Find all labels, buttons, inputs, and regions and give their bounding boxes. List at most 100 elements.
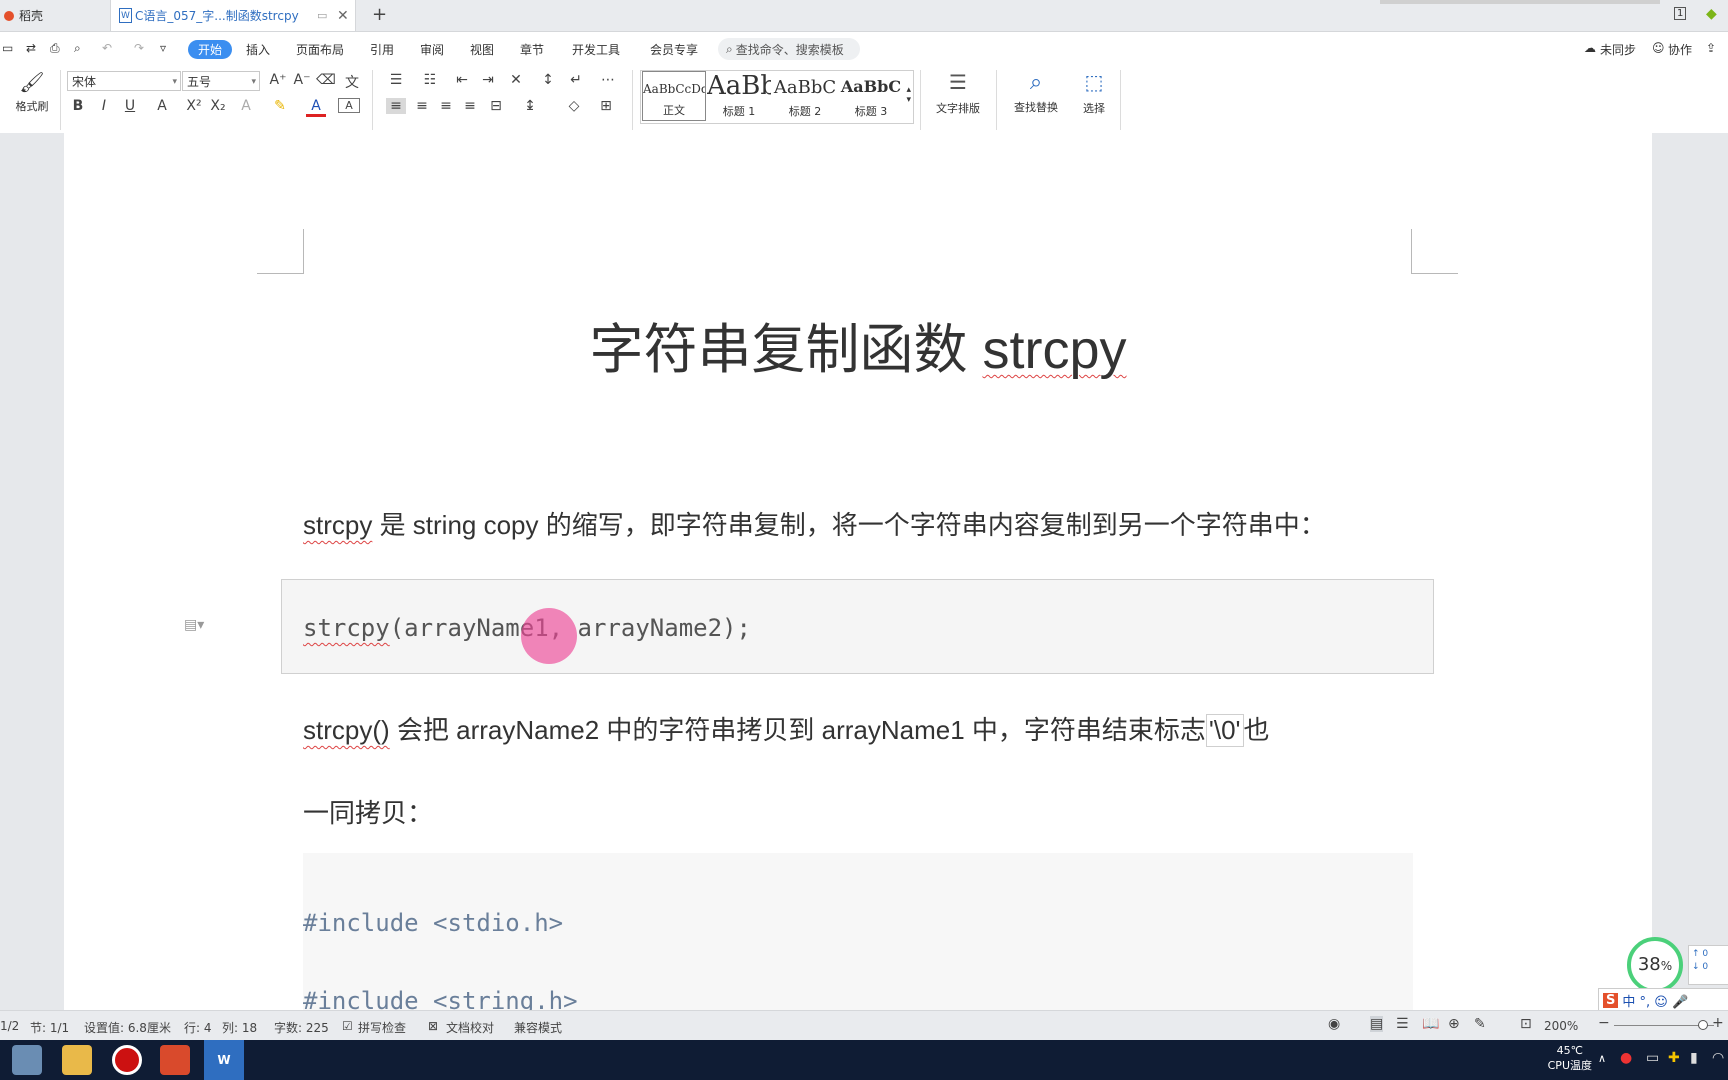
menu-home[interactable]: 开始 bbox=[188, 40, 233, 59]
status-setting[interactable]: 设置值: 6.8厘米 bbox=[84, 1019, 171, 1036]
distribute-icon[interactable]: ⊟ bbox=[486, 98, 506, 114]
style-normal[interactable]: AaBbCcDd 正文 bbox=[642, 71, 706, 121]
justify-icon[interactable]: ≡ bbox=[460, 98, 480, 114]
menu-chapter[interactable]: 章节 bbox=[520, 41, 544, 58]
status-word-count[interactable]: 字数: 225 bbox=[274, 1019, 329, 1036]
format-painter-button[interactable]: 🖌 格式刷 bbox=[10, 70, 54, 114]
colorful-app-icon[interactable] bbox=[160, 1045, 190, 1075]
redo-icon[interactable]: ↷ bbox=[134, 41, 144, 55]
indent-icon[interactable]: ⇥ bbox=[478, 72, 498, 88]
select-button[interactable]: ⬚ 选择 bbox=[1072, 70, 1116, 116]
align-center-icon[interactable]: ≡ bbox=[412, 98, 432, 114]
print-icon[interactable]: ⎙ bbox=[50, 41, 60, 56]
align-left-icon[interactable]: ≡ bbox=[386, 98, 406, 114]
menu-dev-tools[interactable]: 开发工具 bbox=[572, 41, 620, 58]
status-page[interactable]: 1/2 bbox=[0, 1019, 19, 1033]
tray-battery-icon[interactable]: ▮ bbox=[1690, 1050, 1698, 1066]
menu-review[interactable]: 审阅 bbox=[420, 41, 444, 58]
export-icon[interactable]: ⇄ bbox=[26, 41, 36, 55]
page-count-icon[interactable]: 1 bbox=[1674, 7, 1687, 20]
tray-window-icon[interactable]: ▭ bbox=[1646, 1050, 1659, 1066]
code-block-1[interactable]: strcpy(arrayName1, arrayName2); bbox=[281, 579, 1434, 674]
outline-view-icon[interactable]: ☰ bbox=[1396, 1016, 1409, 1032]
read-view-icon[interactable]: 📖 bbox=[1422, 1016, 1439, 1032]
paragraph-handle-icon[interactable]: ▤▾ bbox=[184, 617, 204, 633]
phonetic-icon[interactable]: 文 bbox=[342, 72, 362, 92]
underline-icon[interactable]: U bbox=[120, 98, 140, 114]
status-spellcheck[interactable]: 拼写检查 bbox=[358, 1019, 406, 1036]
bullets-icon[interactable]: ☰ bbox=[386, 72, 406, 88]
new-tab-button[interactable]: + bbox=[372, 4, 387, 25]
page-view-icon[interactable]: ▤ bbox=[1370, 1016, 1384, 1032]
menu-view[interactable]: 视图 bbox=[470, 41, 494, 58]
find-replace-button[interactable]: ⌕ 查找替换 bbox=[1004, 70, 1068, 115]
tab-stops-icon[interactable]: ⋯ bbox=[598, 72, 618, 88]
chinese-layout-icon[interactable]: ✕ bbox=[506, 72, 526, 88]
sort-icon[interactable]: ↕ bbox=[538, 72, 558, 88]
recorder-app-icon[interactable] bbox=[112, 1045, 142, 1075]
font-color-icon[interactable]: A bbox=[306, 98, 326, 117]
clear-format-icon[interactable]: ⌫ bbox=[316, 72, 336, 88]
memory-gauge[interactable]: 38% bbox=[1627, 937, 1683, 993]
gem-icon[interactable]: ◆ bbox=[1706, 6, 1717, 22]
sync-status[interactable]: 未同步 bbox=[1600, 41, 1636, 58]
zoom-level[interactable]: 200% bbox=[1544, 1019, 1578, 1033]
numbering-icon[interactable]: ☷ bbox=[420, 72, 440, 88]
zoom-out-icon[interactable]: − bbox=[1598, 1015, 1610, 1031]
tray-plus-icon[interactable]: ✚ bbox=[1668, 1050, 1680, 1066]
tray-record-icon[interactable]: ● bbox=[1620, 1050, 1632, 1066]
style-gallery-scroll-icon[interactable]: ▴ ▾ bbox=[906, 85, 911, 105]
tray-wifi-icon[interactable]: ◠ bbox=[1712, 1050, 1724, 1066]
italic-icon[interactable]: I bbox=[94, 98, 114, 114]
font-name-select[interactable]: 宋体 bbox=[67, 71, 181, 92]
shading-icon[interactable]: ◇ bbox=[564, 98, 584, 114]
style-heading-2[interactable]: AaBbC 标题 2 bbox=[773, 71, 837, 121]
tab-home[interactable]: 稻壳 bbox=[0, 0, 108, 31]
web-view-icon[interactable]: ⊕ bbox=[1448, 1016, 1460, 1032]
document-page[interactable]: 字符串复制函数 strcpy strcpy 是 string copy 的缩写，… bbox=[64, 133, 1652, 1010]
subscript-icon[interactable]: X₂ bbox=[208, 98, 228, 114]
wps-writer-app-icon[interactable]: W bbox=[204, 1040, 244, 1080]
ime-toolbar[interactable]: S 中 °, ☺ 🎤 bbox=[1598, 988, 1728, 1012]
superscript-icon[interactable]: X² bbox=[184, 98, 204, 114]
save-icon[interactable]: ▭ bbox=[2, 41, 13, 55]
outdent-icon[interactable]: ⇤ bbox=[452, 72, 472, 88]
font-grow-icon[interactable]: A⁺ bbox=[268, 72, 288, 88]
folder-app-icon[interactable] bbox=[62, 1045, 92, 1075]
fit-page-icon[interactable]: ⊡ bbox=[1520, 1016, 1532, 1032]
tray-expand-icon[interactable]: ∧ bbox=[1598, 1052, 1606, 1065]
char-border-icon[interactable]: A bbox=[338, 98, 360, 113]
write-view-icon[interactable]: ✎ bbox=[1474, 1016, 1486, 1032]
tab-pin-icon[interactable]: ▭ bbox=[317, 9, 327, 22]
menu-references[interactable]: 引用 bbox=[370, 41, 394, 58]
tab-document[interactable]: W C语言_057_字...制函数strcpy ▭ ✕ bbox=[110, 0, 356, 31]
font-size-select[interactable]: 五号 bbox=[182, 71, 260, 92]
text-effect-icon[interactable]: A bbox=[236, 98, 256, 114]
eye-protect-icon[interactable]: ◉ bbox=[1328, 1016, 1340, 1032]
zoom-slider-thumb[interactable] bbox=[1698, 1020, 1708, 1030]
show-marks-icon[interactable]: ↵ bbox=[566, 72, 586, 88]
command-search[interactable]: ⌕ 查找命令、搜索模板 bbox=[718, 38, 860, 60]
menu-page-layout[interactable]: 页面布局 bbox=[296, 41, 344, 58]
style-heading-3[interactable]: AaBbC 标题 3 bbox=[839, 71, 903, 121]
style-heading-1[interactable]: AaBb 标题 1 bbox=[707, 71, 771, 121]
collab-button[interactable]: 协作 bbox=[1668, 41, 1692, 58]
preview-icon[interactable]: ⌕ bbox=[74, 41, 81, 56]
text-layout-button[interactable]: ☰ 文字排版 bbox=[926, 70, 990, 116]
more-icon[interactable]: ▿ bbox=[160, 41, 166, 55]
code-block-2[interactable]: #include <stdio.h> #include <string.h> bbox=[303, 853, 1413, 1010]
status-proofread[interactable]: 文档校对 bbox=[446, 1019, 494, 1036]
line-spacing-icon[interactable]: ↨ bbox=[520, 98, 540, 114]
zoom-in-icon[interactable]: + bbox=[1712, 1015, 1724, 1031]
tab-close-icon[interactable]: ✕ bbox=[337, 8, 349, 24]
borders-icon[interactable]: ⊞ bbox=[596, 98, 616, 114]
explorer-app-icon[interactable] bbox=[12, 1045, 42, 1075]
share-icon[interactable]: ⇪ bbox=[1706, 41, 1716, 55]
menu-insert[interactable]: 插入 bbox=[246, 41, 270, 58]
highlight-icon[interactable]: ✎ bbox=[270, 98, 290, 114]
menu-member[interactable]: 会员专享 bbox=[650, 41, 698, 58]
strikethrough-icon[interactable]: A bbox=[152, 98, 172, 114]
align-right-icon[interactable]: ≡ bbox=[436, 98, 456, 114]
bold-icon[interactable]: B bbox=[68, 98, 88, 114]
undo-icon[interactable]: ↶ bbox=[102, 41, 112, 55]
